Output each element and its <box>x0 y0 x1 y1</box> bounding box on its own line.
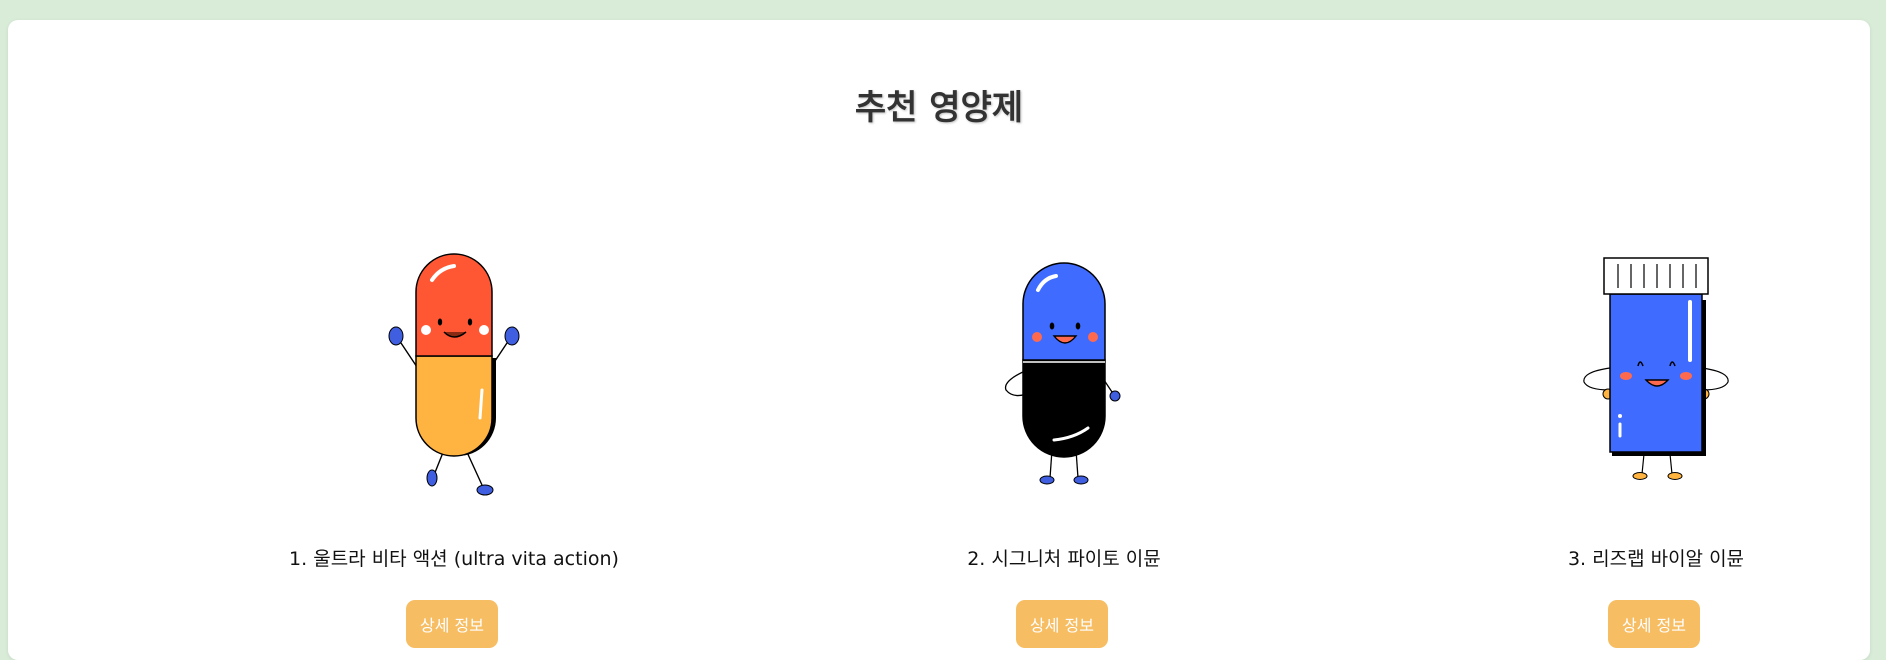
details-button[interactable]: 상세 정보 <box>1608 600 1700 648</box>
blue-bottle-character-icon <box>1446 240 1866 510</box>
product-name: 2. 시그니처 파이토 이뮨 <box>967 548 1161 570</box>
product-name: 1. 울트라 비타 액션 (ultra vita action) <box>289 548 619 570</box>
page-title: 추천 영양제 <box>854 88 1024 128</box>
details-button[interactable]: 상세 정보 <box>1016 600 1108 648</box>
product-name: 3. 리즈랩 바이알 이뮨 <box>1567 548 1745 570</box>
blue-black-capsule-character-icon <box>854 240 1274 510</box>
details-button[interactable]: 상세 정보 <box>406 600 498 648</box>
red-yellow-capsule-character-icon <box>244 240 664 510</box>
content-card: 추천 영양제 1. 울트라 비타 액션 (ultra vita action) … <box>8 20 1870 660</box>
